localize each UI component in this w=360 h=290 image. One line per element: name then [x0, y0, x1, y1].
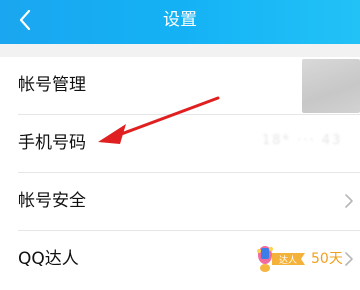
talent-days: 50天	[311, 251, 343, 267]
page-title: 设置	[163, 10, 197, 30]
settings-item-label: 手机号码	[18, 133, 86, 153]
chevron-right-icon	[345, 252, 353, 266]
badge-text: 达人	[279, 254, 297, 266]
settings-item-phone-number[interactable]: 手机号码 18* ··· 43	[0, 115, 360, 172]
settings-item-label: 帐号管理	[18, 75, 86, 95]
settings-list: 帐号管理 手机号码 18* ··· 43 帐号安全 QQ达人 达人 50天	[0, 57, 360, 290]
settings-item-label: QQ达人	[18, 249, 79, 269]
chevron-right-icon	[345, 194, 353, 208]
section-gap	[0, 44, 360, 57]
avatar	[302, 59, 360, 113]
settings-item-qq-talent[interactable]: QQ达人 达人 50天	[0, 231, 360, 288]
phone-number-value: 18* ··· 43	[262, 133, 343, 148]
settings-item-account-security[interactable]: 帐号安全	[0, 173, 360, 230]
title-bar: 设置	[0, 0, 360, 44]
talent-badge: 达人	[255, 241, 309, 275]
settings-item-label: 帐号安全	[18, 191, 86, 211]
settings-item-account-management[interactable]: 帐号管理	[0, 57, 360, 114]
talent-badge-icon: 达人	[257, 246, 305, 272]
